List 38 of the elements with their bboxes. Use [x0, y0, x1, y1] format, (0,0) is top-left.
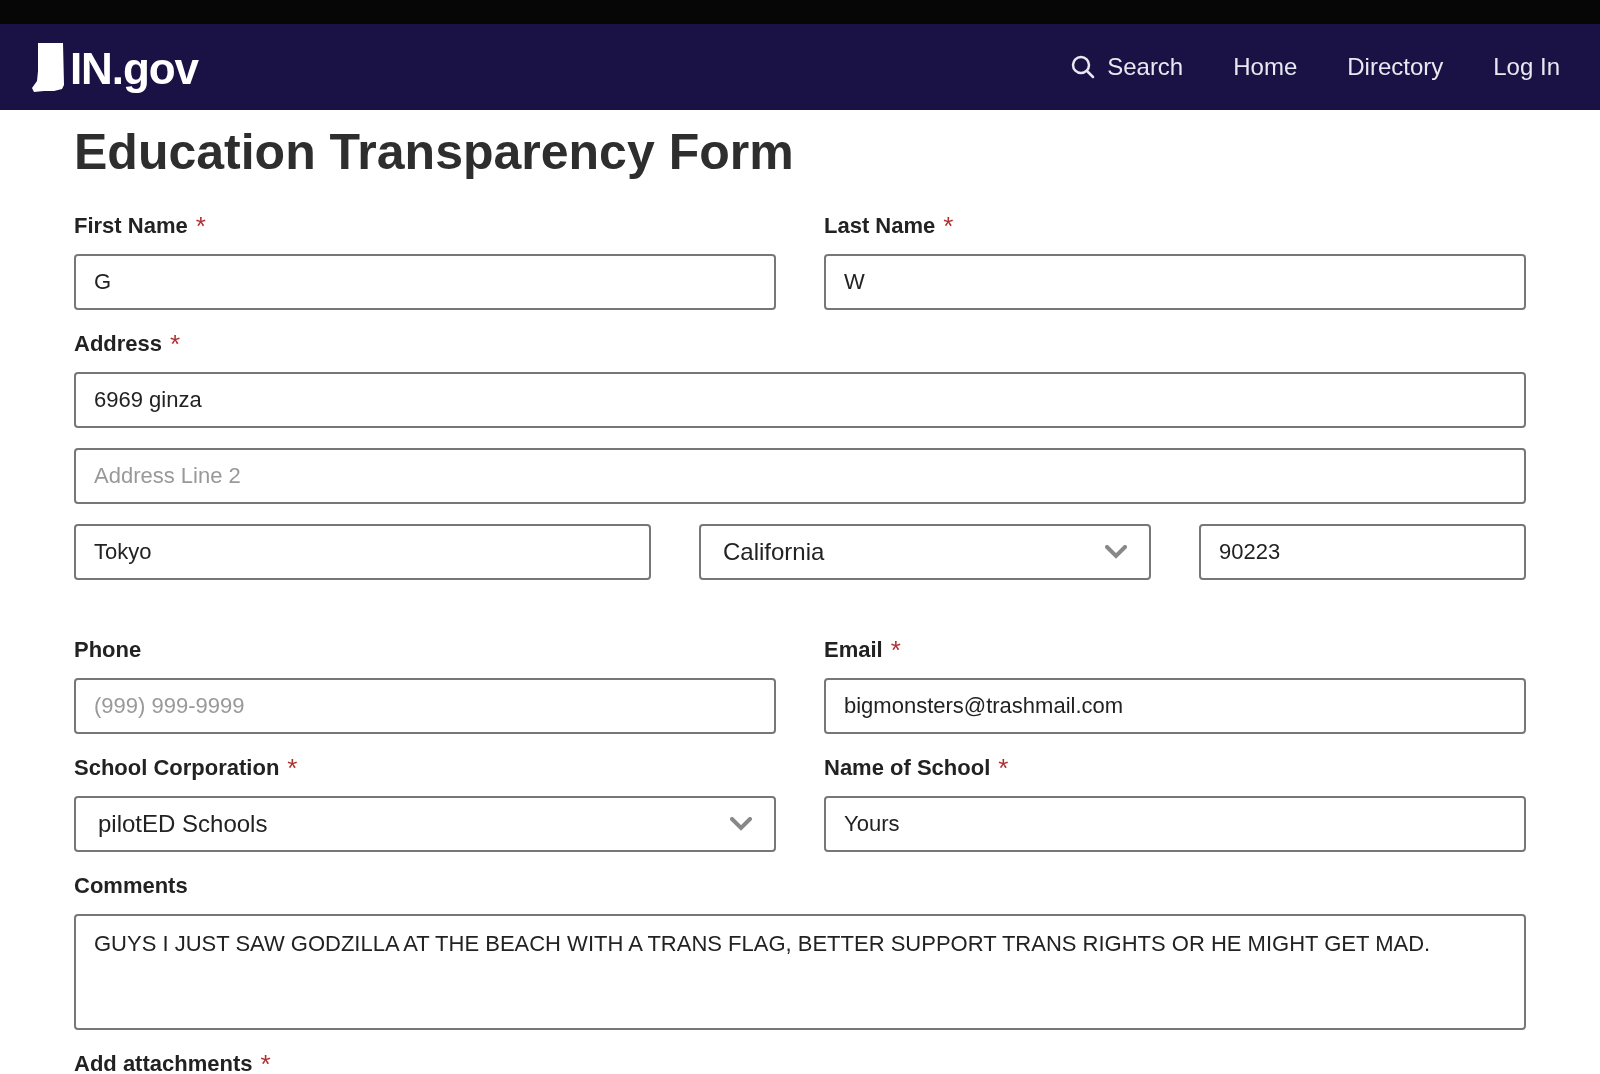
field-label: Email: [824, 636, 883, 664]
comments-field[interactable]: GUYS I JUST SAW GODZILLA AT THE BEACH WITH A TRANS FLAG, BETTER SUPPORT TRANS RIGHTS OR HE MIGHT GET MAD.: [74, 914, 1526, 1030]
nav-link[interactable]: Log In: [1493, 49, 1560, 85]
search-icon: [1071, 55, 1096, 79]
field-label: Address: [74, 330, 163, 358]
field-label: Last Name: [824, 212, 936, 240]
input-field[interactable]: G: [74, 254, 776, 310]
required-mark: *: [170, 330, 181, 358]
input-field[interactable]: Tokyo: [74, 524, 651, 580]
site-logo[interactable]: IN.gov: [70, 45, 198, 93]
input-field[interactable]: 6969 ginza: [74, 372, 1526, 428]
page-title: Education Transparency Form: [74, 123, 795, 182]
dropdown-field[interactable]: pilotED Schools: [74, 796, 776, 852]
required-mark: *: [287, 754, 298, 782]
input-field[interactable]: W: [824, 254, 1526, 310]
search-link[interactable]: Search: [1071, 49, 1184, 85]
required-mark: *: [260, 1050, 271, 1074]
input-field[interactable]: bigmonsters@trashmail.com: [824, 678, 1526, 734]
chevron-down-icon: [730, 817, 752, 831]
required-mark: *: [998, 754, 1009, 782]
field-label: Comments: [74, 872, 188, 900]
field-label: School Corporation: [74, 754, 280, 782]
dropdown-field[interactable]: California: [699, 524, 1151, 580]
chevron-down-icon: [1105, 545, 1127, 559]
state-outline-icon: [32, 41, 66, 93]
field-label: Add attachments: [74, 1050, 253, 1074]
input-field[interactable]: Yours: [824, 796, 1526, 852]
field-label: Phone: [74, 636, 142, 664]
required-mark: *: [890, 636, 901, 664]
input-field[interactable]: 90223: [1199, 524, 1526, 580]
field-label: Name of School: [824, 754, 991, 782]
input-field[interactable]: Address Line 2: [74, 448, 1526, 504]
required-mark: *: [195, 212, 206, 240]
nav-link[interactable]: Home: [1233, 49, 1298, 85]
required-mark: *: [943, 212, 954, 240]
nav-link[interactable]: Directory: [1347, 49, 1444, 85]
input-field[interactable]: (999) 999-9999: [74, 678, 776, 734]
field-label: First Name: [74, 212, 188, 240]
